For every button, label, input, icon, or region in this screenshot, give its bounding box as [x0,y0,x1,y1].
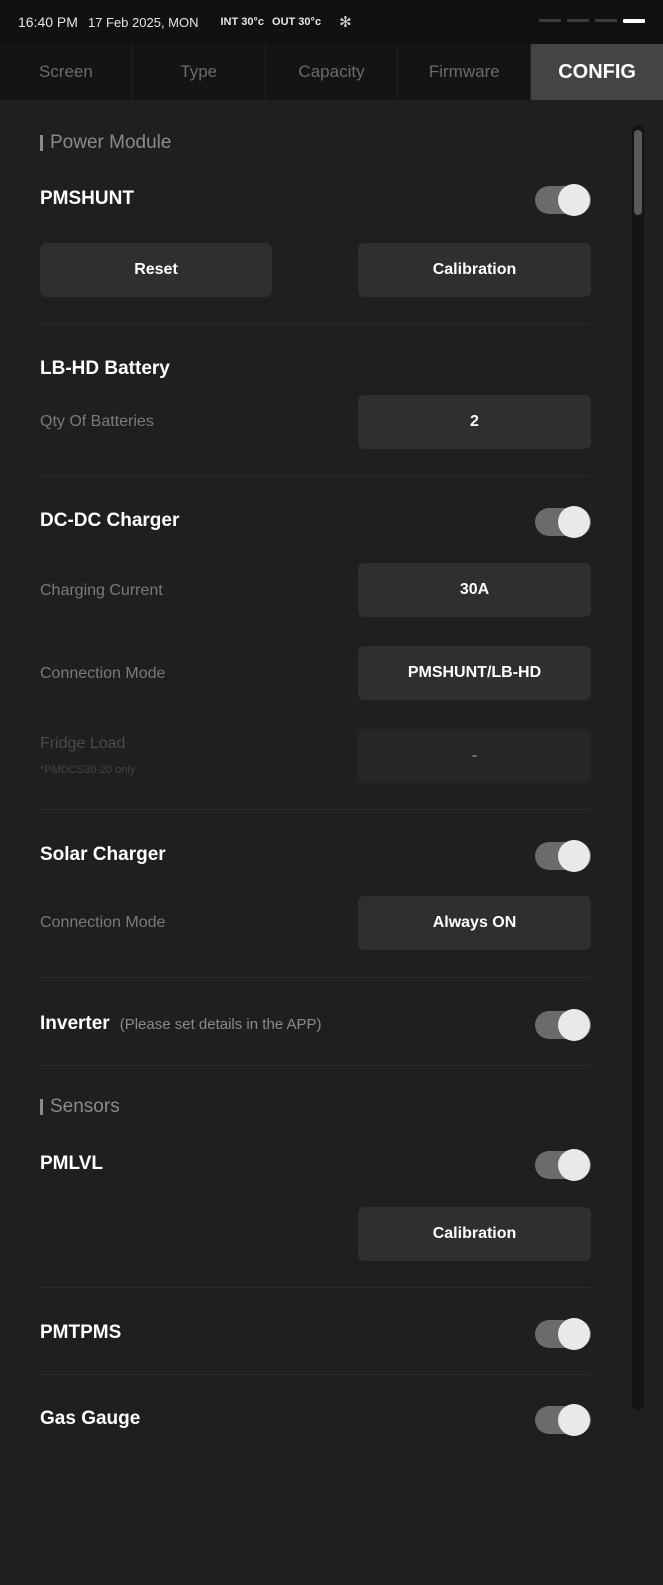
gas-gauge-title: Gas Gauge [40,1408,141,1429]
divider [40,1287,591,1288]
tab-config[interactable]: CONFIG [531,44,663,100]
pmlvl-calibration-button[interactable]: Calibration [358,1207,591,1261]
section-sensors: Sensors [40,1096,120,1118]
fridge-load-label: Fridge Load [40,735,126,752]
solar-charger-toggle[interactable] [535,840,591,872]
status-out-temp: OUT 30°c [272,16,322,28]
toggle-knob [558,1404,590,1436]
section-title: Power Module [50,132,172,153]
divider [40,1374,591,1375]
tab-capacity[interactable]: Capacity [265,44,399,100]
status-date: 17 Feb 2025, MON [87,14,199,30]
dcdc-charger-title: DC-DC Charger [40,510,180,531]
toggle-knob [558,840,590,872]
bluetooth-icon: ✻ [339,14,352,31]
qty-batteries-selector[interactable]: 2 [358,395,591,449]
scrollbar[interactable] [632,125,644,1410]
pmshunt-calibration-button[interactable]: Calibration [358,243,591,297]
inverter-note: (Please set details in the APP) [119,1016,322,1033]
pmshunt-title: PMSHUNT [40,188,134,209]
tab-bar: Screen Type Capacity Firmware CONFIG [0,44,663,100]
solar-charger-title: Solar Charger [40,844,166,865]
pmlvl-title: PMLVL [40,1153,103,1174]
inverter-toggle[interactable] [535,1009,591,1041]
tab-type[interactable]: Type [132,44,266,100]
inverter-label: Inverter [40,1013,110,1034]
status-bar: 16:40 PM 17 Feb 2025, MON INT 30°c OUT 3… [0,0,663,44]
toggle-knob [558,1149,590,1181]
fridge-load-selector: - [358,729,591,783]
inverter-title: Inverter (Please set details in the APP) [40,1013,321,1035]
divider [40,809,591,810]
lbhd-battery-title: LB-HD Battery [40,358,170,379]
signal-strength-icon [539,19,645,23]
divider [40,476,591,477]
section-power-module: Power Module [40,132,171,154]
tab-firmware[interactable]: Firmware [398,44,532,100]
dcdc-charger-toggle[interactable] [535,506,591,538]
pmlvl-toggle[interactable] [535,1149,591,1181]
pmtpms-toggle[interactable] [535,1318,591,1350]
pmshunt-toggle[interactable] [535,184,591,216]
toggle-knob [558,1009,590,1041]
pmtpms-title: PMTPMS [40,1322,122,1343]
scrollbar-thumb[interactable] [634,130,642,215]
status-time: 16:40 PM [18,14,78,30]
section-marker [40,1099,43,1115]
toggle-knob [558,184,590,216]
section-title: Sensors [50,1096,120,1117]
charging-current-label: Charging Current [40,582,163,599]
fridge-load-note: *PMDCS30-20 only [40,764,136,776]
dcdc-connection-mode-label: Connection Mode [40,665,166,682]
solar-connection-mode-label: Connection Mode [40,914,166,931]
tab-screen[interactable]: Screen [0,44,133,100]
charging-current-selector[interactable]: 30A [358,563,591,617]
gas-gauge-toggle[interactable] [535,1404,591,1436]
status-int-temp: INT 30°c [220,16,265,28]
toggle-knob [558,1318,590,1350]
reset-button[interactable]: Reset [40,243,272,297]
solar-connection-mode-selector[interactable]: Always ON [358,896,591,950]
dcdc-connection-mode-selector[interactable]: PMSHUNT/LB-HD [358,646,591,700]
section-marker [40,135,43,151]
qty-batteries-label: Qty Of Batteries [40,413,154,430]
divider [40,977,591,978]
config-panel: Power Module PMSHUNT Reset Calibration L… [0,100,663,1585]
toggle-knob [558,506,590,538]
divider [40,323,591,324]
divider [40,1065,591,1066]
